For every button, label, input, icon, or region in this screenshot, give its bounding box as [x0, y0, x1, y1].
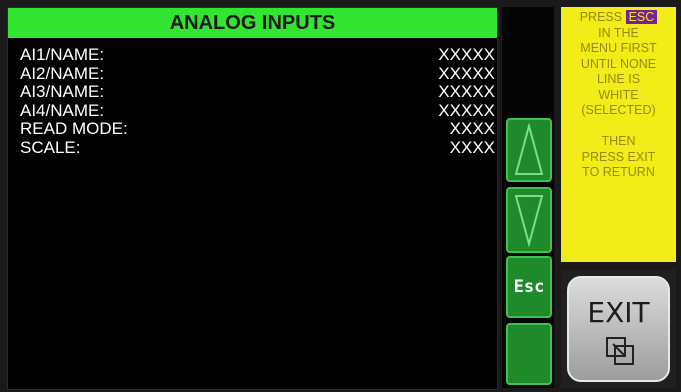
help-press-text: PRESS [579, 10, 623, 24]
list-item[interactable]: SCALE: XXXX [20, 137, 495, 158]
exit-button[interactable]: EXIT [567, 276, 670, 382]
row-value: XXXX [449, 137, 495, 157]
row-label: AI3/NAME: [20, 82, 105, 101]
help-line: WHITE [598, 87, 639, 102]
esc-button[interactable]: Esc [506, 256, 552, 318]
help-line: LINE IS [596, 72, 641, 86]
row-value: XXXXX [438, 63, 495, 83]
triangle-up-icon [513, 123, 545, 177]
scroll-up-button[interactable] [506, 118, 552, 182]
row-label: AI1/NAME: [20, 45, 105, 64]
help-line: IN THE [598, 25, 639, 40]
help-line: MENU FIRST [580, 41, 657, 55]
help-line: TO RETURN [582, 165, 655, 179]
exit-squares-icon [605, 336, 635, 371]
help-line: UNTIL NONE [580, 56, 657, 71]
exit-area: EXIT [561, 270, 676, 388]
input-list: AI1/NAME: XXXXX AI2/NAME: XXXXX AI3/NAME… [20, 46, 495, 157]
help-line: THEN [601, 134, 636, 148]
scroll-down-button[interactable] [506, 187, 552, 253]
help-line [561, 119, 676, 135]
row-label: SCALE: [20, 137, 81, 157]
exit-button-label: EXIT [587, 296, 650, 329]
triangle-down-icon [513, 193, 545, 247]
help-line: PRESS ESC [561, 10, 676, 26]
row-value: XXXXX [438, 82, 495, 101]
list-item[interactable]: AI1/NAME: XXXXX [20, 46, 495, 65]
list-item[interactable]: AI4/NAME: XXXXX [20, 100, 495, 121]
esc-button-label: Esc [513, 277, 545, 297]
row-value: XXXXX [438, 45, 495, 64]
help-line: (SELECTED) [581, 103, 656, 117]
row-label: AI2/NAME: [20, 63, 105, 83]
help-panel: PRESS ESC IN THE MENU FIRST UNTIL NONE L… [561, 7, 676, 262]
help-esc-tag: ESC [625, 10, 658, 24]
help-line: PRESS EXIT [581, 149, 656, 164]
page-title: ANALOG INPUTS [8, 8, 497, 38]
row-label: READ MODE: [20, 119, 128, 138]
main-screen: ANALOG INPUTS AI1/NAME: XXXXX AI2/NAME: … [7, 7, 498, 390]
list-item[interactable]: AI2/NAME: XXXXX [20, 63, 495, 84]
blank-button[interactable] [506, 323, 552, 385]
list-item[interactable]: READ MODE: XXXX [20, 120, 495, 139]
list-item[interactable]: AI3/NAME: XXXXX [20, 83, 495, 102]
row-label: AI4/NAME: [20, 100, 105, 120]
row-value: XXXXX [438, 100, 495, 120]
side-button-column: Esc [502, 7, 554, 388]
row-value: XXXX [449, 119, 495, 138]
